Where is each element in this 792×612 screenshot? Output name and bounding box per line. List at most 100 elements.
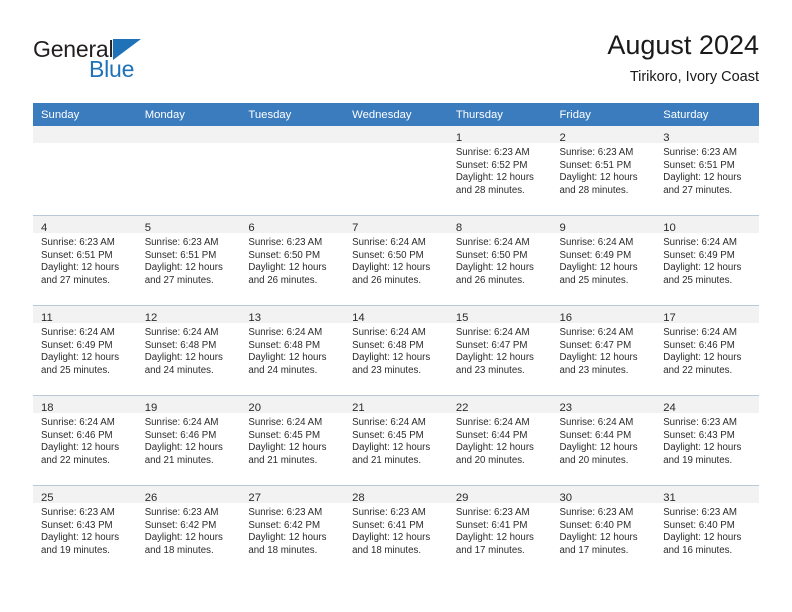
calendar-day-cell[interactable]: 9 Sunrise: 6:24 AM Sunset: 6:49 PM Daylight… <box>551 215 656 306</box>
calendar-day-cell[interactable]: 10 Sunrise: 6:24 AM Sunset: 6:49 PM Dayligh… <box>655 215 759 306</box>
day-number-band: 31 <box>655 486 759 504</box>
day-cell-content: 7 Sunrise: 6:24 AM Sunset: 6:50 PM Daylight… <box>344 216 448 305</box>
calendar-day-cell[interactable]: 4 Sunrise: 6:23 AM Sunset: 6:51 PM Daylight… <box>33 215 137 306</box>
day-cell-content: 11 Sunrise: 6:24 AM Sunset: 6:49 PM Dayligh… <box>33 306 137 395</box>
calendar-day-cell[interactable] <box>344 126 448 216</box>
daylight-text-cont: and 25 minutes. <box>559 274 629 286</box>
sunrise-text: Sunrise: 6:23 AM <box>455 147 530 158</box>
calendar-day-cell[interactable]: 18 Sunrise: 6:24 AM Sunset: 6:46 PM Dayligh… <box>33 395 137 486</box>
day-cell-content: 30 Sunrise: 6:23 AM Sunset: 6:40 PM Dayligh… <box>551 486 656 575</box>
day-details: Sunrise: 6:23 AM Sunset: 6:41 PM Daylight:… <box>344 503 448 557</box>
sunrise-text: Sunrise: 6:24 AM <box>663 327 737 338</box>
calendar-day-cell[interactable] <box>240 126 345 216</box>
calendar-day-cell[interactable]: 21 Sunrise: 6:24 AM Sunset: 6:45 PM Dayligh… <box>344 395 448 486</box>
day-number-band: 18 <box>33 396 137 414</box>
calendar-day-cell[interactable]: 30 Sunrise: 6:23 AM Sunset: 6:40 PM Dayligh… <box>551 485 656 575</box>
day-number: 9 <box>559 222 566 234</box>
sunset-text: Sunset: 6:50 PM <box>248 249 321 261</box>
sunrise-text: Sunrise: 6:24 AM <box>559 237 634 248</box>
daylight-text: Daylight: 12 hours <box>352 262 431 274</box>
day-cell-content: 10 Sunrise: 6:24 AM Sunset: 6:49 PM Dayligh… <box>655 216 759 305</box>
calendar-day-cell[interactable]: 6 Sunrise: 6:23 AM Sunset: 6:50 PM Daylight… <box>240 215 345 306</box>
day-cell-content <box>344 126 448 215</box>
daylight-text: Daylight: 12 hours <box>455 262 534 274</box>
day-details: Sunrise: 6:24 AM Sunset: 6:50 PM Daylight:… <box>344 233 448 287</box>
calendar-day-cell[interactable]: 28 Sunrise: 6:23 AM Sunset: 6:41 PM Dayligh… <box>344 485 448 575</box>
calendar-day-cell[interactable]: 1 Sunrise: 6:23 AM Sunset: 6:52 PM Daylight… <box>447 126 552 216</box>
sunrise-text: Sunrise: 6:24 AM <box>352 417 426 428</box>
daylight-text-cont: and 18 minutes. <box>248 544 318 556</box>
day-details: Sunrise: 6:23 AM Sunset: 6:40 PM Daylight:… <box>552 503 656 557</box>
calendar-day-cell[interactable]: 14 Sunrise: 6:24 AM Sunset: 6:48 PM Dayligh… <box>344 305 448 396</box>
calendar-day-cell[interactable]: 23 Sunrise: 6:24 AM Sunset: 6:44 PM Dayligh… <box>551 395 656 486</box>
sunset-text: Sunset: 6:47 PM <box>559 339 632 351</box>
calendar-day-cell[interactable] <box>136 126 241 216</box>
day-number-band: 9 <box>551 216 656 234</box>
calendar-day-cell[interactable]: 22 Sunrise: 6:24 AM Sunset: 6:44 PM Dayligh… <box>447 395 552 486</box>
sunrise-text: Sunrise: 6:23 AM <box>41 237 115 248</box>
day-number-band: 16 <box>551 306 656 324</box>
day-number-band: 6 <box>240 216 345 234</box>
day-number: 5 <box>144 222 151 234</box>
daylight-text-cont: and 20 minutes. <box>455 454 525 466</box>
daylight-text-cont: and 19 minutes. <box>41 544 110 556</box>
day-cell-content: 1 Sunrise: 6:23 AM Sunset: 6:52 PM Daylight… <box>447 126 552 215</box>
day-cell-content: 18 Sunrise: 6:24 AM Sunset: 6:46 PM Dayligh… <box>33 396 137 485</box>
brand-logo[interactable]: General Blue <box>33 37 213 87</box>
daylight-text: Daylight: 12 hours <box>559 352 638 364</box>
sunrise-text: Sunrise: 6:23 AM <box>559 507 634 518</box>
day-details: Sunrise: 6:23 AM Sunset: 6:51 PM Daylight:… <box>33 233 137 287</box>
daylight-text: Daylight: 12 hours <box>663 262 742 274</box>
sunrise-text: Sunrise: 6:24 AM <box>144 327 219 338</box>
sunset-text: Sunset: 6:41 PM <box>455 519 528 531</box>
calendar-day-cell[interactable]: 24 Sunrise: 6:23 AM Sunset: 6:43 PM Dayligh… <box>655 395 759 486</box>
day-number: 27 <box>248 492 261 504</box>
daylight-text-cont: and 23 minutes. <box>352 364 422 376</box>
sunset-text: Sunset: 6:48 PM <box>144 339 217 351</box>
calendar-day-cell[interactable]: 7 Sunrise: 6:24 AM Sunset: 6:50 PM Daylight… <box>344 215 448 306</box>
day-details: Sunrise: 6:24 AM Sunset: 6:46 PM Daylight:… <box>33 413 137 467</box>
weekday-header-thursday: Thursday <box>447 103 552 126</box>
calendar-day-cell[interactable]: 29 Sunrise: 6:23 AM Sunset: 6:41 PM Dayligh… <box>447 485 552 575</box>
daylight-text: Daylight: 12 hours <box>144 532 223 544</box>
day-cell-content: 27 Sunrise: 6:23 AM Sunset: 6:42 PM Dayligh… <box>240 486 345 575</box>
page-title: August 2024 <box>607 30 759 60</box>
day-number: 15 <box>455 312 469 324</box>
daylight-text-cont: and 19 minutes. <box>663 454 733 466</box>
calendar-day-cell[interactable]: 11 Sunrise: 6:24 AM Sunset: 6:49 PM Dayligh… <box>33 305 137 396</box>
day-cell-content: 21 Sunrise: 6:24 AM Sunset: 6:45 PM Dayligh… <box>344 396 448 485</box>
calendar-day-cell[interactable]: 26 Sunrise: 6:23 AM Sunset: 6:42 PM Dayligh… <box>136 485 241 575</box>
daylight-text: Daylight: 12 hours <box>41 352 120 364</box>
calendar-day-cell[interactable]: 12 Sunrise: 6:24 AM Sunset: 6:48 PM Dayligh… <box>136 305 241 396</box>
day-cell-content: 28 Sunrise: 6:23 AM Sunset: 6:41 PM Dayligh… <box>344 486 448 575</box>
day-cell-content: 8 Sunrise: 6:24 AM Sunset: 6:50 PM Daylight… <box>447 216 552 305</box>
calendar-day-cell[interactable]: 13 Sunrise: 6:24 AM Sunset: 6:48 PM Dayligh… <box>240 305 345 396</box>
day-details: Sunrise: 6:23 AM Sunset: 6:43 PM Daylight:… <box>655 413 759 467</box>
daylight-text-cont: and 25 minutes. <box>663 274 733 286</box>
page-header: General Blue August 2024 Tirikoro, Ivory… <box>0 0 792 103</box>
calendar-day-cell[interactable]: 25 Sunrise: 6:23 AM Sunset: 6:43 PM Dayligh… <box>33 485 137 575</box>
daylight-text-cont: and 22 minutes. <box>41 454 110 466</box>
calendar-day-cell[interactable] <box>33 126 137 216</box>
day-number: 16 <box>559 312 573 324</box>
day-details: Sunrise: 6:23 AM Sunset: 6:51 PM Daylight:… <box>552 143 656 197</box>
day-number-band: 2 <box>551 126 656 144</box>
calendar-day-cell[interactable]: 16 Sunrise: 6:24 AM Sunset: 6:47 PM Dayligh… <box>551 305 656 396</box>
day-number-band <box>136 126 241 143</box>
calendar-day-cell[interactable]: 20 Sunrise: 6:24 AM Sunset: 6:45 PM Dayligh… <box>240 395 345 486</box>
calendar-day-cell[interactable]: 8 Sunrise: 6:24 AM Sunset: 6:50 PM Daylight… <box>447 215 552 306</box>
calendar-day-cell[interactable]: 2 Sunrise: 6:23 AM Sunset: 6:51 PM Daylight… <box>551 126 656 216</box>
calendar-day-cell[interactable]: 17 Sunrise: 6:24 AM Sunset: 6:46 PM Dayligh… <box>655 305 759 396</box>
calendar-day-cell[interactable]: 31 Sunrise: 6:23 AM Sunset: 6:40 PM Dayligh… <box>655 485 759 575</box>
calendar-day-cell[interactable]: 3 Sunrise: 6:23 AM Sunset: 6:51 PM Daylight… <box>655 126 759 216</box>
day-number-band: 21 <box>344 396 448 414</box>
calendar-day-cell[interactable]: 19 Sunrise: 6:24 AM Sunset: 6:46 PM Dayligh… <box>136 395 241 486</box>
calendar-table: Sunday Monday Tuesday Wednesday Thursday… <box>33 103 759 575</box>
day-number: 10 <box>663 222 676 234</box>
daylight-text: Daylight: 12 hours <box>455 352 534 364</box>
daylight-text: Daylight: 12 hours <box>352 442 431 454</box>
calendar-day-cell[interactable]: 27 Sunrise: 6:23 AM Sunset: 6:42 PM Dayligh… <box>240 485 345 575</box>
day-number-band: 8 <box>447 216 552 234</box>
calendar-day-cell[interactable]: 15 Sunrise: 6:24 AM Sunset: 6:47 PM Dayligh… <box>447 305 552 396</box>
calendar-day-cell[interactable]: 5 Sunrise: 6:23 AM Sunset: 6:51 PM Daylight… <box>136 215 241 306</box>
